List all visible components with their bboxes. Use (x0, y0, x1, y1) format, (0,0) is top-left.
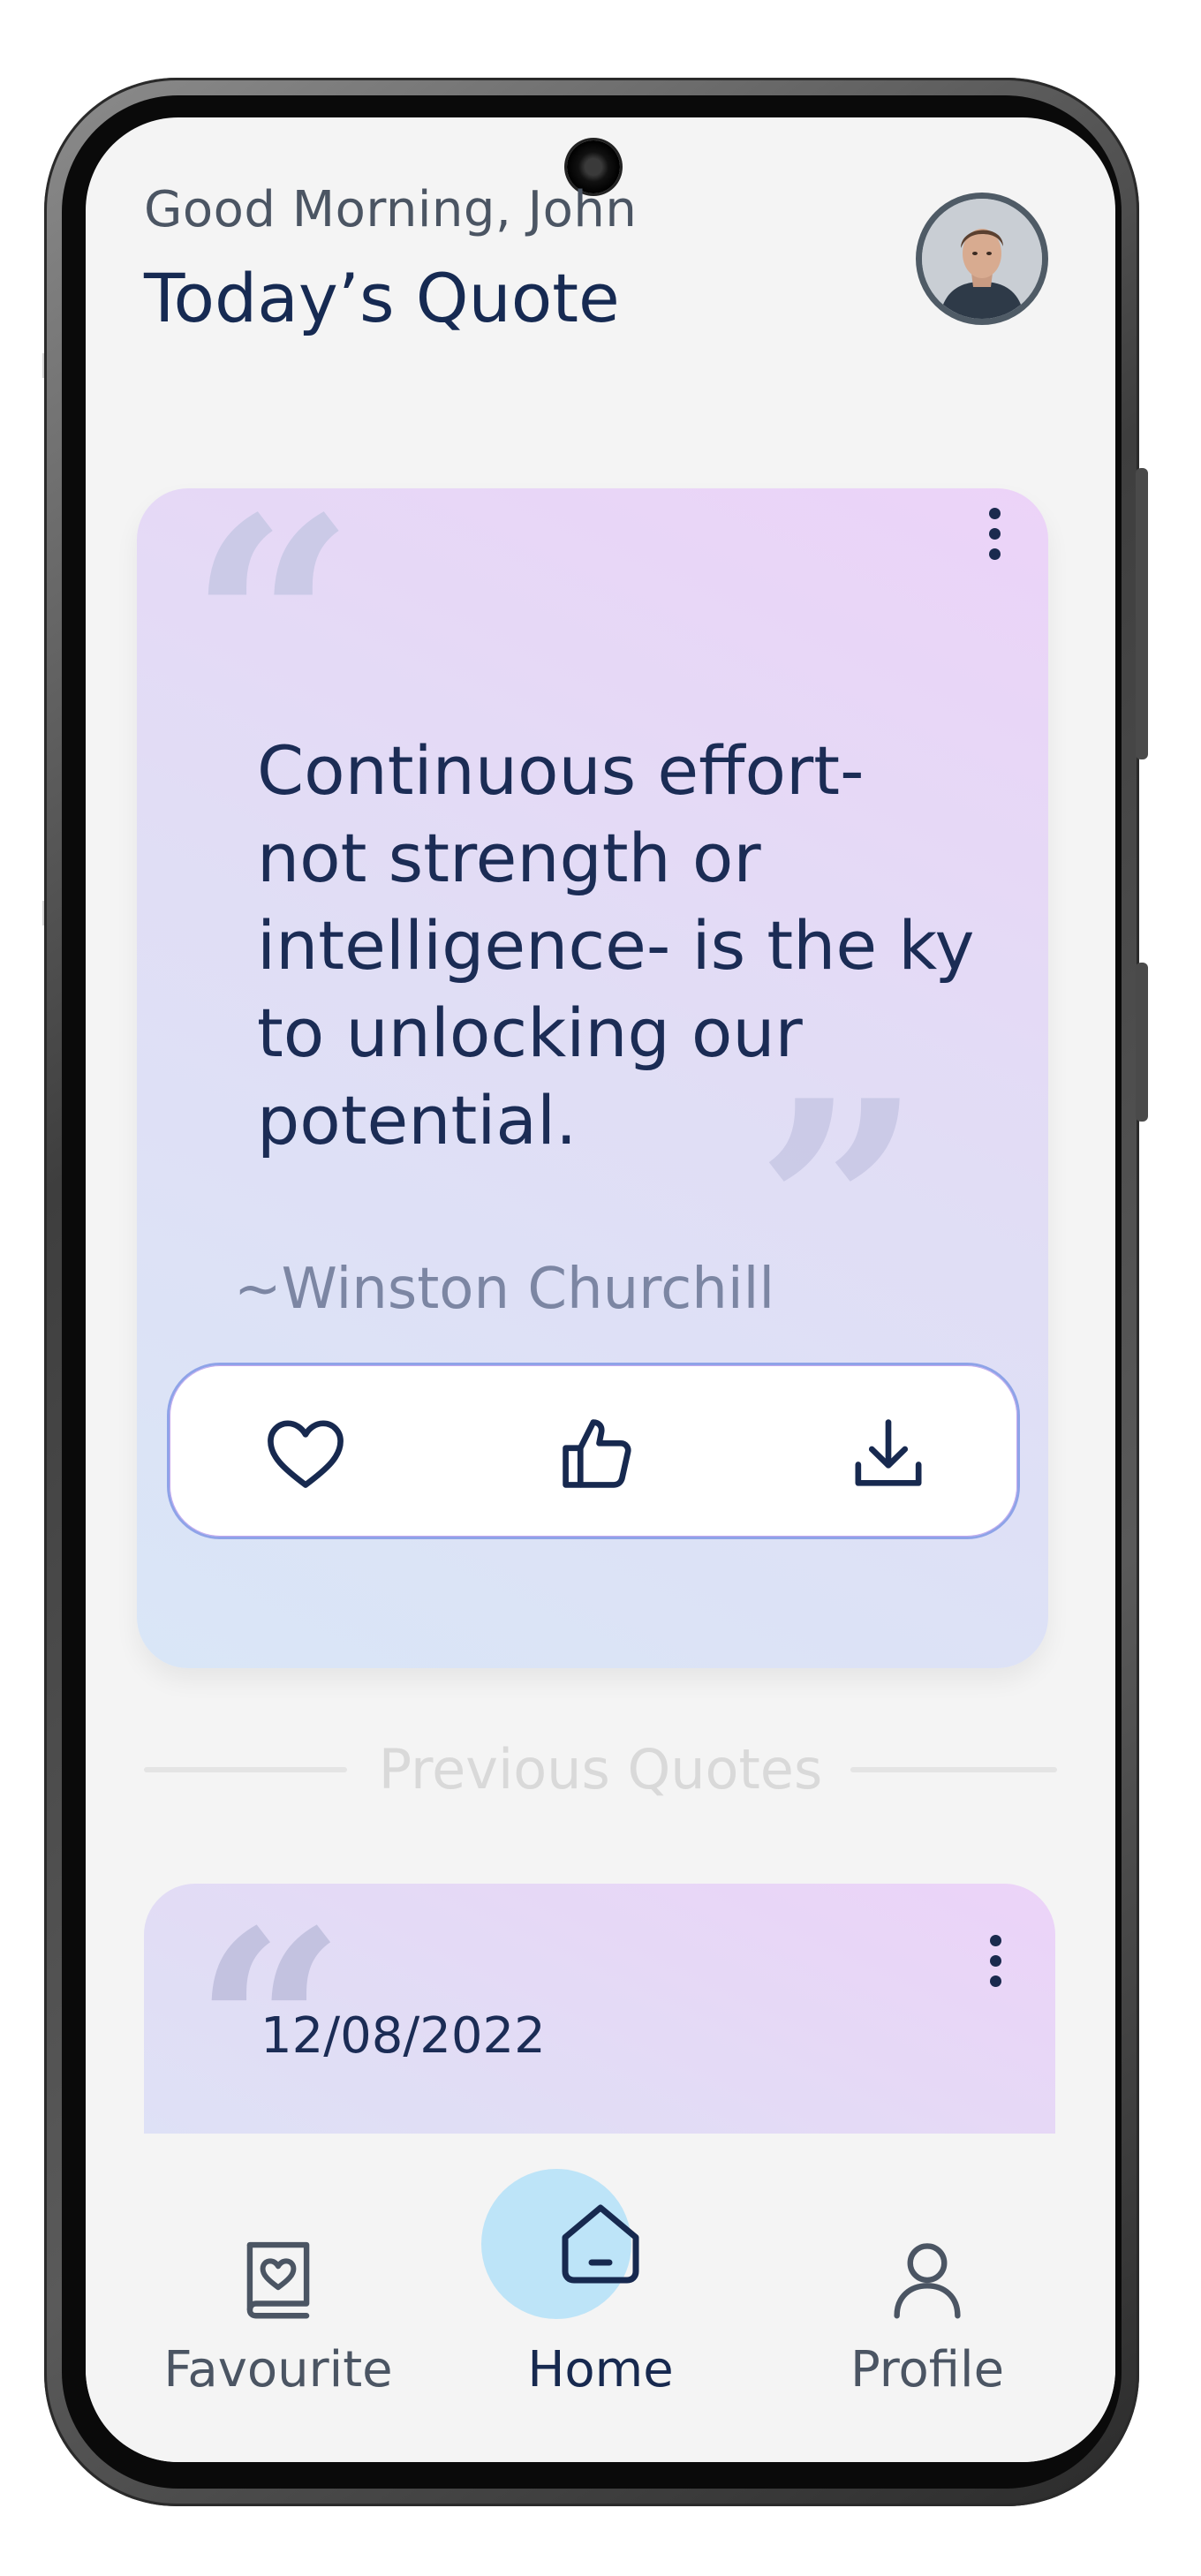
home-icon (562, 2204, 639, 2284)
previous-quote-date: 12/08/2022 (261, 2007, 546, 2065)
divider-line (850, 1767, 1057, 1772)
heart-icon (268, 1420, 344, 1488)
phone-power-button (1136, 468, 1148, 759)
nav-item-home[interactable]: Home (455, 2134, 746, 2462)
quote-action-bar (167, 1363, 1020, 1539)
quote-author: ~Winston Churchill (234, 1257, 775, 1322)
book-heart-icon (246, 2241, 310, 2319)
page-canvas: Good Morning, John Today’s Quote “ ” Con… (0, 0, 1201, 2576)
avatar[interactable] (916, 193, 1048, 325)
avatar-photo (922, 199, 1042, 319)
app-screen: Good Morning, John Today’s Quote “ ” Con… (86, 117, 1115, 2462)
greeting-text: Good Morning, John (144, 181, 638, 238)
user-icon (894, 2243, 961, 2319)
nav-item-profile[interactable]: Profile (782, 2134, 1073, 2462)
download-icon (855, 1419, 922, 1486)
like-button[interactable] (549, 1406, 645, 1501)
bottom-navigation: Favourite Home Profile (86, 2134, 1115, 2462)
download-button[interactable] (841, 1406, 936, 1501)
page-title: Today’s Quote (144, 259, 620, 337)
quote-text: Continuous effort- not strength or intel… (257, 731, 975, 1160)
phone-volume-button (1136, 963, 1148, 1122)
quote-card: “ ” Continuous effort- not strength or i… (137, 480, 1048, 1668)
thumbs-up-icon (563, 1419, 631, 1488)
more-options-icon[interactable] (989, 508, 1001, 569)
nav-label-profile: Profile (850, 2341, 1005, 2398)
nav-label-home: Home (527, 2341, 674, 2398)
nav-item-favourite[interactable]: Favourite (132, 2134, 424, 2462)
nav-label-favourite: Favourite (163, 2341, 393, 2398)
more-options-icon[interactable] (990, 1935, 1002, 1996)
favourite-button[interactable] (258, 1406, 353, 1501)
